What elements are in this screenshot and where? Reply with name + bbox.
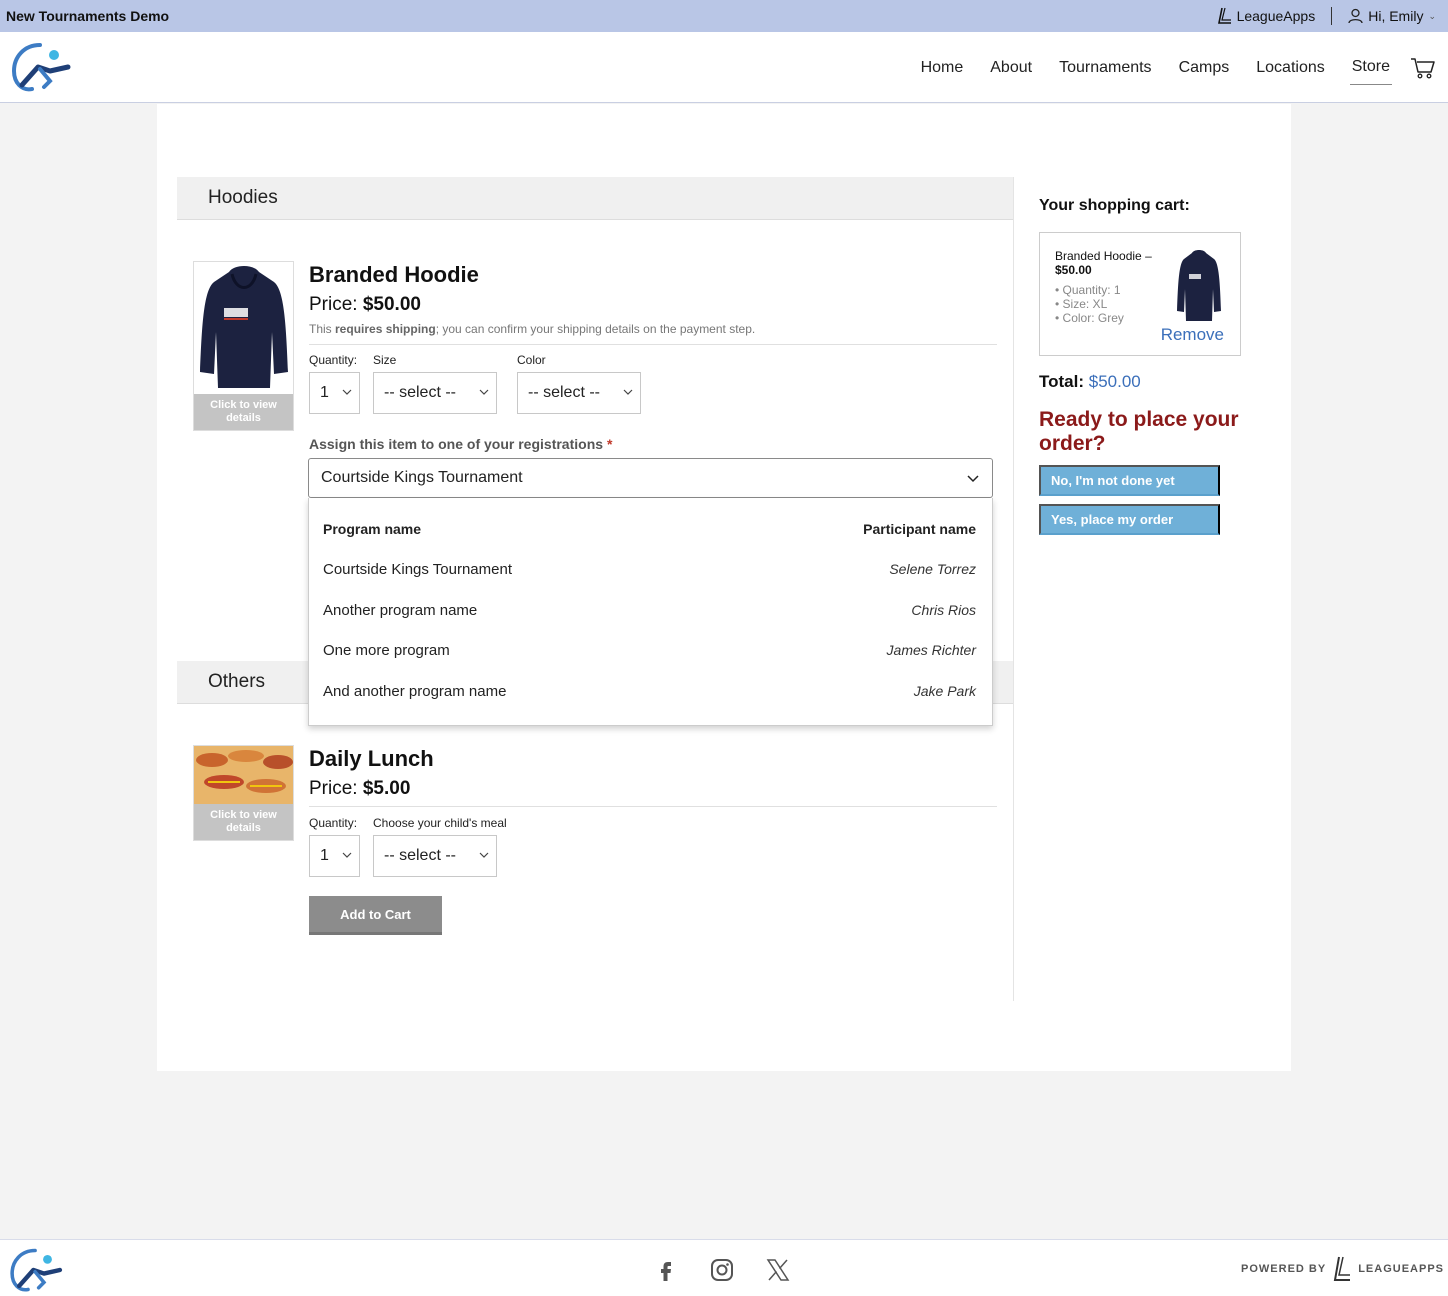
product-title: Daily Lunch [309, 746, 434, 771]
site-header: Home About Tournaments Camps Locations S… [0, 32, 1448, 103]
color-select[interactable]: -- select -- [517, 372, 641, 414]
dropdown-option[interactable]: And another program name Jake Park [309, 671, 992, 711]
header-program-name: Program name [323, 521, 422, 537]
site-logo-icon[interactable] [10, 41, 72, 93]
quantity-select[interactable]: 1 [309, 372, 360, 414]
price-value: $50.00 [362, 294, 421, 315]
cart-total: Total: $50.00 [1039, 372, 1141, 391]
product-price: Price: $50.00 [309, 294, 421, 316]
price-label: Price: [309, 778, 358, 799]
chevron-down-icon [479, 389, 489, 395]
org-name: New Tournaments Demo [6, 8, 170, 24]
chevron-down-icon [342, 389, 352, 395]
instagram-icon[interactable] [710, 1258, 734, 1282]
footer-logo-icon[interactable] [8, 1247, 64, 1293]
cart-item-image [1177, 250, 1221, 321]
facebook-icon[interactable] [654, 1258, 678, 1282]
lunch-thumbnail[interactable]: Click to view details [193, 745, 294, 841]
store-container: Hoodies Click to view details Branded Ho… [157, 104, 1291, 1071]
price-value: $5.00 [362, 778, 411, 799]
meal-label: Choose your child's meal [373, 816, 507, 830]
section-header-hoodies: Hoodies [177, 177, 1013, 220]
view-details-label: Click to view details [194, 804, 293, 840]
leagueapps-link[interactable]: LeagueApps [1217, 7, 1316, 25]
main-nav: Home About Tournaments Camps Locations S… [896, 32, 1436, 103]
price-label: Price: [309, 294, 358, 315]
meal-select[interactable]: -- select -- [373, 835, 497, 877]
cart-item-details: Quantity: 1 Size: XL Color: Grey [1055, 283, 1124, 325]
user-greeting: Hi, Emily [1368, 8, 1424, 24]
nav-store[interactable]: Store [1349, 50, 1392, 85]
divider [309, 806, 997, 807]
column-divider [1013, 177, 1014, 221]
size-select[interactable]: -- select -- [373, 372, 497, 414]
leagueapps-label: LeagueApps [1236, 8, 1316, 24]
chevron-down-icon: ⌄ [1428, 10, 1436, 21]
total-value: $50.00 [1088, 372, 1141, 391]
site-footer: POWERED BY LEAGUEAPPS [0, 1239, 1448, 1296]
color-label: Color [517, 353, 546, 367]
leagueapps-logo-icon [1217, 7, 1231, 24]
user-icon [1348, 8, 1363, 24]
column-divider [1013, 221, 1014, 1001]
quantity-label: Quantity: [309, 816, 358, 830]
cart-item-name: Branded Hoodie – $50.00 [1055, 249, 1152, 277]
nav-home[interactable]: Home [919, 51, 966, 85]
chevron-down-icon [342, 852, 352, 858]
dropdown-option[interactable]: Courtside Kings Tournament Selene Torrez [309, 549, 992, 589]
view-details-label: Click to view details [194, 394, 293, 430]
user-menu[interactable]: Hi, Emily ⌄ [1348, 8, 1436, 24]
cart-icon[interactable] [1410, 56, 1436, 80]
chevron-down-icon [623, 389, 633, 395]
product-title: Branded Hoodie [309, 262, 479, 287]
section-title: Hoodies [208, 187, 278, 208]
dropdown-header: Program name Participant name [309, 509, 992, 549]
quantity-select[interactable]: 1 [309, 835, 360, 877]
remove-link[interactable]: Remove [1161, 325, 1224, 345]
top-bar: New Tournaments Demo LeagueApps Hi, Emil… [0, 0, 1448, 32]
ready-heading: Ready to place your order? [1039, 408, 1239, 455]
dropdown-option[interactable]: Another program name Chris Rios [309, 590, 992, 630]
section-title: Others [208, 671, 266, 692]
required-marker: * [606, 436, 613, 452]
quantity-label: Quantity: [309, 353, 358, 367]
hoodie-image [200, 266, 288, 388]
registration-select-value: Courtside Kings Tournament [321, 469, 523, 486]
x-twitter-icon[interactable] [766, 1258, 790, 1282]
dropdown-option[interactable]: One more program James Richter [309, 630, 992, 670]
divider [1331, 7, 1333, 25]
nav-locations[interactable]: Locations [1254, 51, 1327, 85]
lunch-image [194, 746, 293, 804]
size-label: Size [373, 353, 397, 367]
cart-title: Your shopping cart: [1039, 197, 1190, 214]
cart-item: Branded Hoodie – $50.00 Quantity: 1 Size… [1039, 232, 1241, 356]
hoodie-thumbnail[interactable]: Click to view details [193, 261, 294, 431]
shipping-note: This requires shipping; you can confirm … [309, 322, 756, 336]
chevron-down-icon [967, 475, 979, 483]
nav-about[interactable]: About [988, 51, 1034, 85]
registration-dropdown: Program name Participant name Courtside … [308, 498, 993, 726]
divider [309, 344, 997, 345]
powered-by[interactable]: POWERED BY LEAGUEAPPS [1241, 1256, 1444, 1282]
assign-registration-label: Assign this item to one of your registra… [309, 436, 613, 452]
place-order-button[interactable]: Yes, place my order [1039, 504, 1220, 535]
chevron-down-icon [479, 852, 489, 858]
not-done-button[interactable]: No, I'm not done yet [1039, 465, 1220, 496]
product-price: Price: $5.00 [309, 778, 410, 800]
header-participant-name: Participant name [863, 521, 976, 537]
add-to-cart-button[interactable]: Add to Cart [309, 896, 442, 935]
nav-tournaments[interactable]: Tournaments [1057, 51, 1154, 85]
registration-select[interactable]: Courtside Kings Tournament [308, 458, 993, 498]
nav-camps[interactable]: Camps [1177, 51, 1232, 85]
social-links [654, 1258, 790, 1282]
leagueapps-logo-icon [1334, 1256, 1351, 1281]
